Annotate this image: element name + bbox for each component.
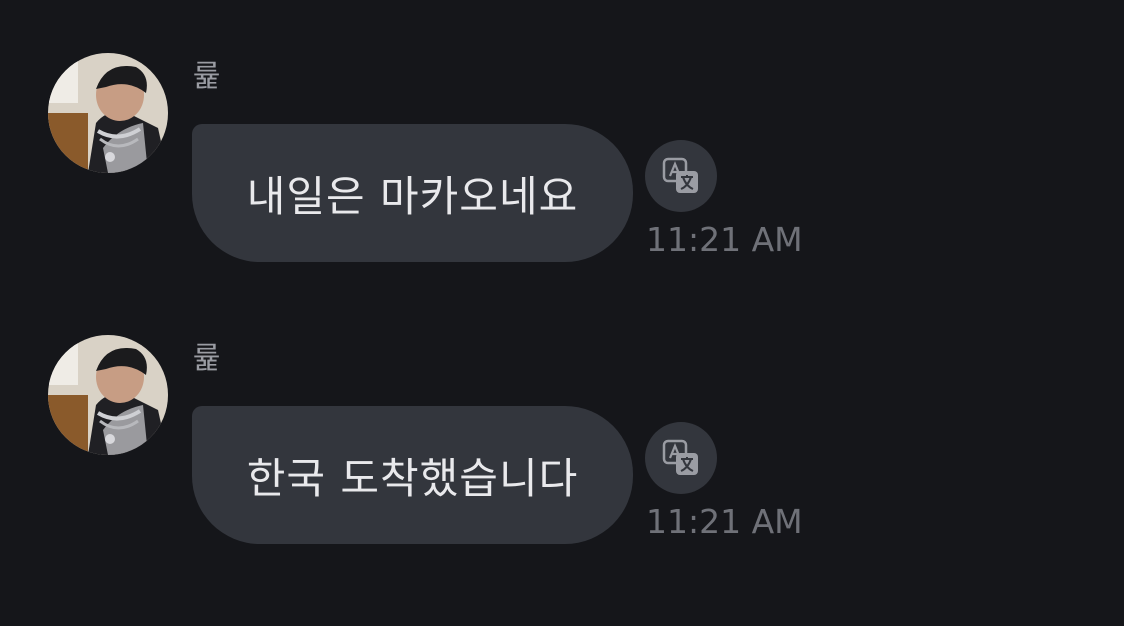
translate-icon	[662, 439, 698, 475]
message-row: 륥 내일은 마카오네요 11:21 AM	[0, 53, 1124, 283]
message-bubble[interactable]: 한국 도착했습니다	[192, 406, 633, 544]
translate-button[interactable]	[645, 140, 717, 212]
translate-icon	[662, 157, 698, 193]
message-timestamp: 11:21 AM	[646, 502, 803, 541]
chat-thread: 륥 내일은 마카오네요 11:21 AM 륥 한국 도착했습니다 11:21 A…	[0, 0, 1124, 626]
user-photo-icon	[48, 335, 168, 455]
message-text: 내일은 마카오네요	[246, 171, 579, 221]
sender-name: 륥	[193, 59, 221, 94]
message-bubble[interactable]: 내일은 마카오네요	[192, 124, 633, 262]
user-photo-icon	[48, 53, 168, 173]
translate-button[interactable]	[645, 422, 717, 494]
message-text: 한국 도착했습니다	[246, 453, 579, 503]
avatar[interactable]	[48, 53, 168, 173]
avatar[interactable]	[48, 335, 168, 455]
message-timestamp: 11:21 AM	[646, 220, 803, 259]
message-row: 륥 한국 도착했습니다 11:21 AM	[0, 335, 1124, 565]
sender-name: 륥	[193, 341, 221, 376]
